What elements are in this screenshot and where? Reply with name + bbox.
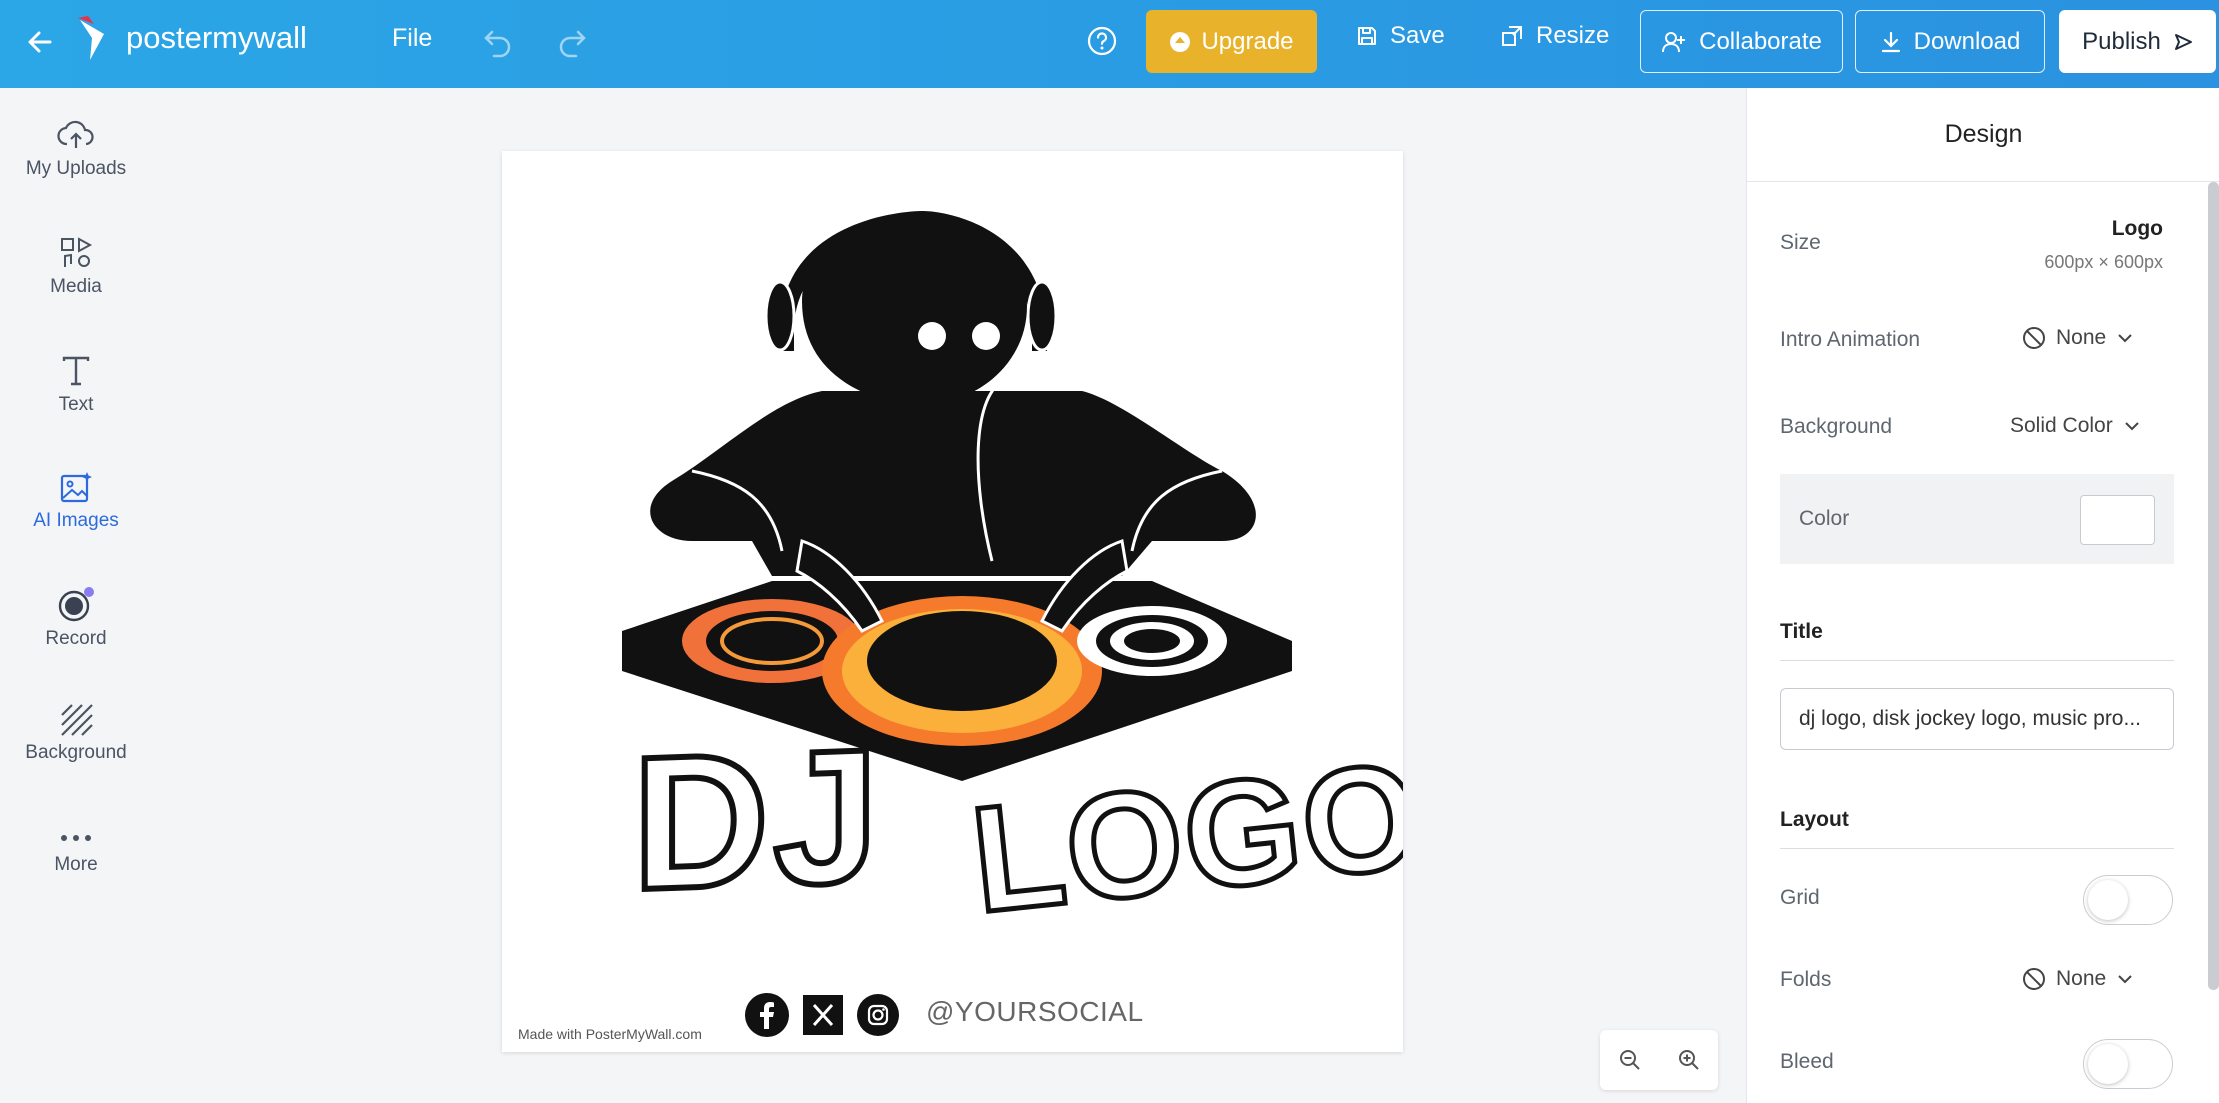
media-icon	[61, 237, 93, 267]
grid-label: Grid	[1780, 886, 1820, 909]
divider	[1780, 660, 2174, 661]
ai-image-icon	[60, 472, 92, 503]
headphone-right	[1026, 280, 1058, 352]
background-pattern-icon	[61, 704, 93, 736]
more-dots-icon	[61, 835, 91, 841]
collaborate-label: Collaborate	[1699, 27, 1822, 55]
social-handle-text[interactable]: @YOURSOCIAL	[926, 996, 1144, 1028]
add-user-icon	[1662, 31, 1686, 52]
sidebar-item-record[interactable]: Record	[0, 586, 152, 650]
download-button[interactable]: Download	[1855, 10, 2045, 73]
sidebar-item-label: Background	[25, 742, 127, 763]
watermark-text: Made with PosterMyWall.com	[518, 1026, 702, 1042]
dj-head	[802, 226, 1027, 396]
headphone-left	[764, 280, 796, 352]
zoom-in-icon[interactable]	[1678, 1049, 1700, 1071]
sidebar-item-background[interactable]: Background	[0, 702, 152, 764]
background-dropdown[interactable]: Solid Color	[2010, 414, 2141, 438]
color-label: Color	[1799, 507, 1850, 530]
back-arrow-icon[interactable]	[24, 26, 56, 58]
file-menu[interactable]: File	[392, 24, 432, 53]
zoom-controls	[1600, 1030, 1718, 1090]
brand-name: postermywall	[126, 20, 307, 55]
resize-icon	[1502, 26, 1522, 46]
sidebar-item-label: Text	[58, 394, 94, 415]
none-icon	[2023, 968, 2045, 990]
background-value: Solid Color	[2010, 414, 2113, 437]
x-twitter-icon	[803, 995, 843, 1035]
redo-icon[interactable]	[556, 24, 588, 58]
sidebar-item-ai-images[interactable]: AI Images	[0, 470, 152, 532]
resize-button[interactable]: Resize	[1500, 22, 1609, 50]
panel-title: Design	[1747, 88, 2219, 182]
layout-section-heading: Layout	[1780, 808, 1849, 831]
size-name[interactable]: Logo	[2112, 217, 2163, 241]
sidebar-item-more[interactable]: More	[0, 828, 152, 876]
chevron-down-icon	[2125, 422, 2139, 431]
upgrade-label: Upgrade	[1201, 27, 1294, 55]
publish-label: Publish	[2082, 27, 2161, 55]
upload-cloud-icon	[57, 120, 94, 148]
dj-body	[650, 391, 1256, 576]
sidebar-item-label: More	[54, 854, 98, 875]
color-row: Color	[1780, 474, 2174, 564]
facebook-icon	[745, 993, 789, 1037]
upgrade-icon	[1170, 31, 1191, 52]
right-eye	[972, 322, 1000, 350]
download-label: Download	[1913, 27, 2021, 55]
sidebar-item-my-uploads[interactable]: My Uploads	[0, 118, 152, 180]
intro-animation-label: Intro Animation	[1780, 328, 1921, 351]
bleed-label: Bleed	[1780, 1050, 1834, 1073]
folds-label: Folds	[1780, 968, 1832, 991]
left-sidebar: My Uploads Media Text AI Images Record B…	[0, 88, 152, 1103]
record-icon	[58, 587, 94, 622]
design-panel: Design Size Logo 600px × 600px Intro Ani…	[1746, 88, 2219, 1103]
chevron-down-icon	[2118, 975, 2132, 984]
color-swatch[interactable]	[2080, 495, 2155, 545]
instagram-icon	[857, 994, 899, 1036]
download-icon	[1881, 31, 1900, 52]
sidebar-item-label: Media	[50, 276, 102, 297]
resize-label: Resize	[1536, 22, 1610, 49]
design-canvas[interactable]: DJ LOGO @YOURSOCIAL Made with PosterMyWa…	[502, 151, 1403, 1052]
brand-logo[interactable]: postermywall	[74, 14, 307, 62]
save-icon	[1358, 27, 1376, 45]
undo-icon[interactable]	[482, 24, 514, 58]
intro-animation-value: None	[2056, 326, 2107, 349]
save-button[interactable]: Save	[1356, 22, 1445, 50]
save-label: Save	[1390, 22, 1445, 49]
divider	[1780, 848, 2174, 849]
logo-text-dj[interactable]: DJ	[629, 707, 886, 934]
title-input[interactable]: dj logo, disk jockey logo, music pro...	[1780, 688, 2174, 750]
social-icons	[745, 993, 899, 1037]
folds-dropdown[interactable]: None	[2022, 967, 2134, 991]
title-section-heading: Title	[1780, 620, 1823, 643]
sidebar-item-label: AI Images	[33, 510, 119, 531]
zoom-out-icon[interactable]	[1619, 1049, 1641, 1071]
sidebar-item-label: My Uploads	[25, 158, 127, 179]
size-dimensions: 600px × 600px	[2044, 252, 2163, 272]
chevron-down-icon	[2118, 334, 2132, 343]
send-icon	[2174, 33, 2192, 50]
text-icon	[62, 356, 90, 386]
grid-toggle[interactable]	[2083, 875, 2173, 925]
help-icon[interactable]	[1086, 25, 1118, 57]
upgrade-button[interactable]: Upgrade	[1146, 10, 1317, 73]
sidebar-item-media[interactable]: Media	[0, 236, 152, 298]
none-icon	[2023, 327, 2045, 349]
sidebar-item-label: Record	[45, 628, 107, 649]
title-input-value: dj logo, disk jockey logo, music pro...	[1799, 707, 2141, 730]
left-eye	[918, 322, 946, 350]
folds-value: None	[2056, 967, 2107, 990]
panel-scrollbar[interactable]	[2208, 182, 2219, 990]
top-bar: postermywall File Upgrade Save Resize Co…	[0, 0, 2219, 88]
size-label: Size	[1780, 231, 1821, 254]
collaborate-button[interactable]: Collaborate	[1640, 10, 1843, 73]
background-label: Background	[1780, 415, 1893, 438]
brand-bird-icon	[78, 16, 104, 60]
publish-button[interactable]: Publish	[2059, 10, 2216, 73]
bleed-toggle[interactable]	[2083, 1039, 2173, 1089]
intro-animation-dropdown[interactable]: None	[2022, 326, 2134, 350]
sidebar-item-text[interactable]: Text	[0, 354, 152, 416]
